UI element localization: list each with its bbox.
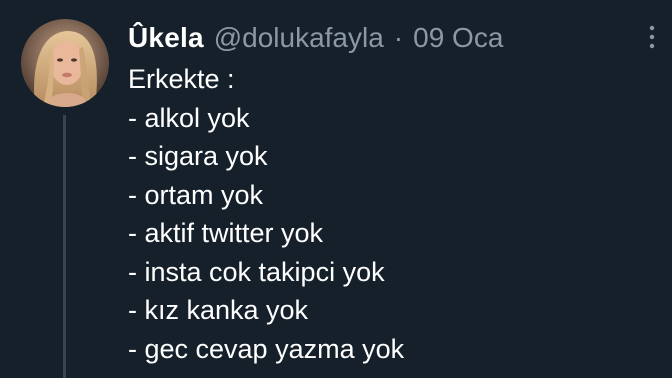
tweet[interactable]: Ûkela @dolukafayla · 09 Oca Erkekte : - … xyxy=(0,0,672,378)
tweet-text-line: - insta cok takipci yok xyxy=(128,256,385,287)
more-vertical-icon xyxy=(649,25,655,49)
tweet-header: Ûkela @dolukafayla · 09 Oca xyxy=(128,18,503,58)
thread-line xyxy=(63,115,66,378)
more-button[interactable] xyxy=(640,22,664,52)
user-handle[interactable]: @dolukafayla xyxy=(214,22,384,54)
avatar[interactable] xyxy=(21,19,109,107)
tweet-text-line: - ortam yok xyxy=(128,179,264,210)
tweet-text-line: - gec cevap yazma yok xyxy=(128,333,405,364)
tweet-text: Erkekte : - alkol yok - sigara yok - ort… xyxy=(128,60,404,368)
tweet-text-line: - kız kanka yok xyxy=(128,295,309,325)
tweet-text-line: - aktif twitter yok xyxy=(128,218,324,248)
separator-dot: · xyxy=(393,22,404,53)
tweet-text-line: - sigara yok xyxy=(128,141,268,171)
tweet-text-line: - alkol yok xyxy=(128,102,250,133)
tweet-text-line: Erkekte : xyxy=(128,64,235,94)
profile-photo-icon xyxy=(21,19,109,107)
display-name[interactable]: Ûkela xyxy=(128,22,204,54)
tweet-date[interactable]: 09 Oca xyxy=(413,22,503,54)
